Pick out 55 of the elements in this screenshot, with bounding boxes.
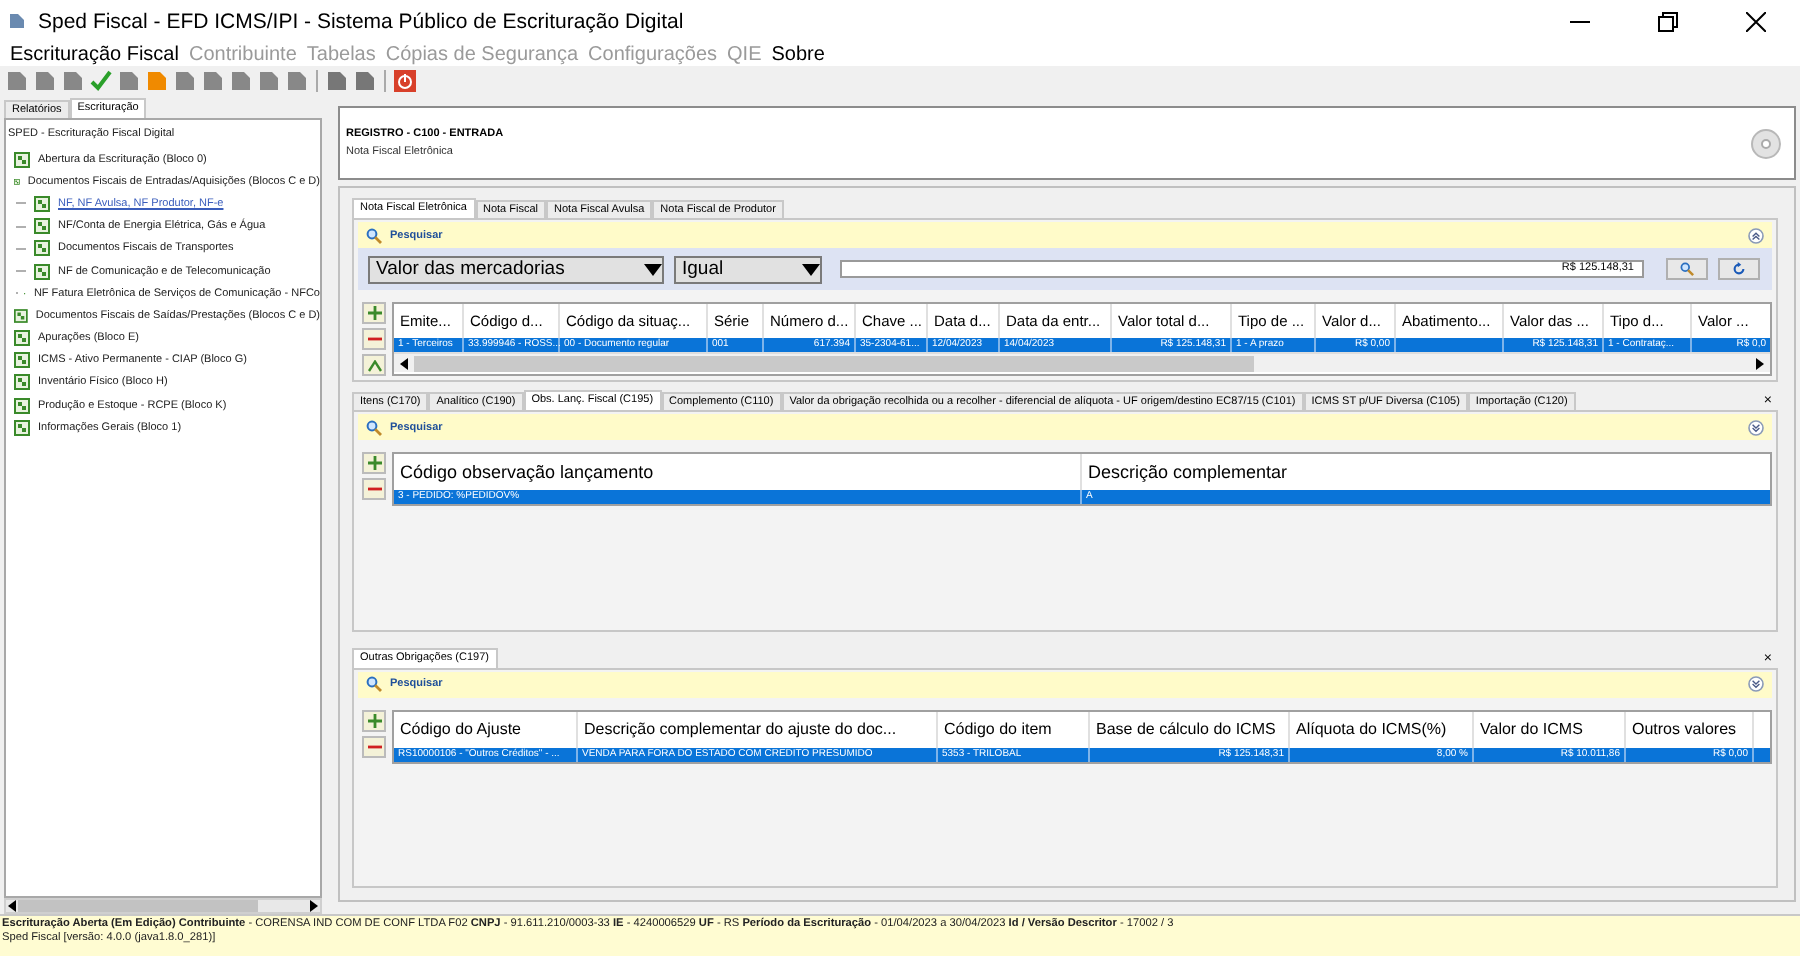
check-icon[interactable] bbox=[90, 70, 112, 92]
tool-icon[interactable] bbox=[258, 70, 280, 92]
refresh-icon bbox=[1732, 262, 1746, 276]
tool-icon[interactable] bbox=[202, 70, 224, 92]
expand-icon[interactable] bbox=[1748, 419, 1764, 435]
caret-icon bbox=[802, 263, 820, 275]
tool-icon[interactable] bbox=[118, 70, 140, 92]
move-up-button[interactable] bbox=[362, 354, 386, 376]
menu-item[interactable]: Escrituração Fiscal bbox=[10, 43, 179, 65]
search-icon bbox=[366, 419, 382, 435]
add-button[interactable] bbox=[362, 452, 386, 474]
search-icon bbox=[366, 227, 382, 243]
remove-button[interactable] bbox=[362, 735, 386, 757]
close-icon[interactable] bbox=[1746, 11, 1766, 31]
search-icon bbox=[1680, 262, 1694, 276]
field-dropdown[interactable]: Valor das mercadorias bbox=[368, 255, 664, 283]
right-arrow-icon bbox=[1756, 357, 1764, 369]
window-title: Sped Fiscal - EFD ICMS/IPI - Sistema Público de Escrituração Digital bbox=[38, 9, 686, 33]
tool-icon[interactable] bbox=[34, 70, 56, 92]
caret-icon bbox=[644, 263, 662, 275]
collapse-icon[interactable] bbox=[1748, 227, 1764, 243]
tool-icon[interactable] bbox=[354, 70, 376, 92]
remove-button[interactable] bbox=[362, 478, 386, 500]
refresh-button[interactable] bbox=[1718, 258, 1760, 280]
scrollbar-thumb[interactable] bbox=[414, 355, 1254, 371]
disc-icon bbox=[1750, 127, 1782, 159]
tool-icon[interactable] bbox=[62, 70, 84, 92]
plus-icon bbox=[367, 306, 381, 320]
right-arrow-icon[interactable] bbox=[308, 900, 320, 912]
tool-icon[interactable] bbox=[146, 70, 168, 92]
search-button[interactable] bbox=[1666, 258, 1708, 280]
tool-icon[interactable] bbox=[6, 70, 28, 92]
add-button[interactable] bbox=[362, 302, 386, 324]
scrollbar-thumb[interactable] bbox=[18, 900, 258, 912]
minus-icon bbox=[367, 743, 381, 749]
maximize-icon[interactable] bbox=[1658, 11, 1678, 31]
tool-icon[interactable] bbox=[286, 70, 308, 92]
minus-icon bbox=[367, 336, 381, 342]
remove-button[interactable] bbox=[362, 328, 386, 350]
tool-icon[interactable] bbox=[326, 70, 348, 92]
app-icon bbox=[8, 12, 26, 30]
plus-icon bbox=[367, 456, 381, 470]
left-arrow-icon bbox=[400, 357, 408, 369]
tool-icon[interactable] bbox=[230, 70, 252, 92]
power-icon[interactable] bbox=[394, 70, 416, 92]
tool-icon[interactable] bbox=[174, 70, 196, 92]
operator-dropdown[interactable]: Igual bbox=[674, 255, 822, 283]
chevron-up-icon bbox=[367, 359, 381, 371]
plus-icon bbox=[367, 713, 381, 727]
add-button[interactable] bbox=[362, 709, 386, 731]
minus-icon bbox=[367, 486, 381, 492]
expand-icon[interactable] bbox=[1748, 676, 1764, 692]
menu-item[interactable]: Sobre bbox=[771, 43, 825, 65]
left-arrow-icon[interactable] bbox=[6, 900, 18, 912]
search-icon bbox=[366, 676, 382, 692]
